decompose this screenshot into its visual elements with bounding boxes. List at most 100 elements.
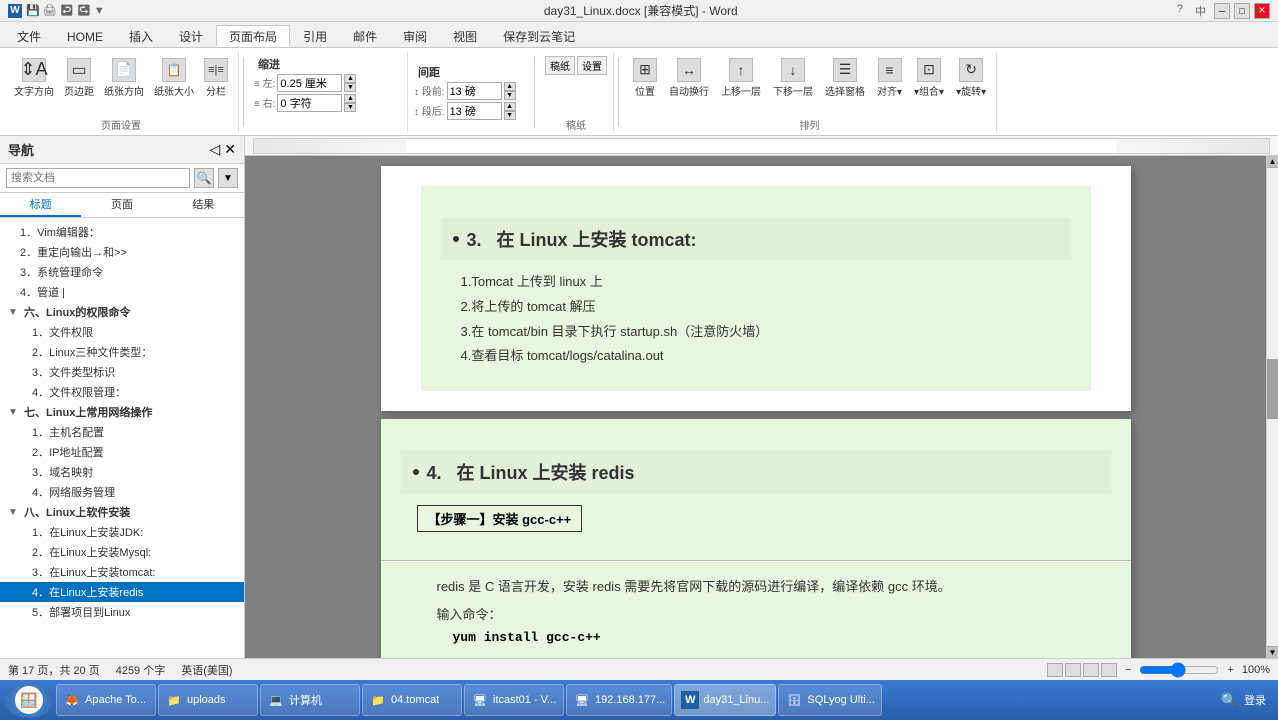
indent-left-down[interactable]: ▼ [344,83,356,92]
margins-btn[interactable]: ▭ 页边距 [60,56,98,100]
move-up-btn[interactable]: ↑ 上移一层 [717,56,765,100]
nav-item-8-5[interactable]: 5．部署项目到Linux [0,602,244,622]
nav-item-7-1[interactable]: 1．主机名配置 [0,422,244,442]
indent-right-up[interactable]: ▲ [344,94,356,103]
nav-item-8-1[interactable]: 1．在Linux上安装JDK: [0,522,244,542]
taskbar-item-192[interactable]: 🖥 192.168.177... [566,684,672,716]
scrollbar-thumb[interactable] [1267,359,1278,419]
view-print-btn[interactable] [1047,663,1063,677]
nav-item-6-3[interactable]: 3．文件类型标识 [0,362,244,382]
lang-btn[interactable]: 中 [1195,3,1206,19]
position-btn[interactable]: ⊞ 位置 [629,56,661,100]
indent-left-up[interactable]: ▲ [344,74,356,83]
tab-design[interactable]: 设计 [166,25,216,47]
taskbar-item-itcast[interactable]: 🖥 itcast01 - V... [464,684,564,716]
view-draft-btn[interactable] [1101,663,1117,677]
spacing-before-input[interactable] [447,82,502,100]
nav-close-icon[interactable]: ✕ [224,141,236,158]
nav-item-6-1[interactable]: 1．文件权限 [0,322,244,342]
taskbar-item-sqlyog[interactable]: 🗄 SQLyog Ulti... [778,684,881,716]
indent-right-input[interactable] [277,94,342,112]
zoom-plus[interactable]: + [1227,664,1233,676]
tab-mailings[interactable]: 邮件 [340,25,390,47]
tab-file[interactable]: 文件 [4,25,54,47]
orientation-btn[interactable]: 📄 纸张方向 [100,56,148,100]
tab-home[interactable]: HOME [54,25,116,47]
close-btn[interactable]: ✕ [1254,3,1270,19]
indent-right-down[interactable]: ▼ [344,103,356,112]
zoom-slider[interactable] [1139,664,1219,676]
columns-btn[interactable]: ≡|≡ 分栏 [200,56,232,100]
start-button[interactable]: 🪟 [4,682,54,718]
rotate-btn[interactable]: ↻ ▾旋转▾ [952,56,990,100]
tab-review[interactable]: 审阅 [390,25,440,47]
scrollbar-down-btn[interactable]: ▼ [1267,646,1278,658]
spacing-before-down[interactable]: ▼ [504,91,516,100]
nav-item-8-3[interactable]: 3．在Linux上安装tomcat: [0,562,244,582]
zoom-minus[interactable]: − [1125,664,1131,676]
move-down-btn[interactable]: ↓ 下移一层 [769,56,817,100]
taskbar-item-uploads[interactable]: 📁 uploads [158,684,258,716]
nav-item-section8[interactable]: ▼ 八、Linux上软件安装 [0,502,244,522]
nav-item-3[interactable]: 4．管道 | [0,282,244,302]
nav-toggle-7[interactable]: ▼ [8,407,20,418]
minimize-btn[interactable]: ─ [1214,3,1230,19]
scrollbar-track[interactable] [1267,168,1278,646]
group-btn[interactable]: ⊡ ▾组合▾ [910,56,948,100]
nav-tab-results[interactable]: 结果 [163,193,244,217]
nav-item-1[interactable]: 2．重定向输出→和>> [0,242,244,262]
nav-collapse-icon[interactable]: ◁ [209,141,220,158]
nav-item-section6[interactable]: ▼ 六、Linux的权限命令 [0,302,244,322]
indent-left-input[interactable] [277,74,342,92]
nav-item-6-4[interactable]: 4．文件权限管理： [0,382,244,402]
nav-controls[interactable]: ◁ ✕ [209,141,236,158]
nav-item-2[interactable]: 3．系统管理命令 [0,262,244,282]
nav-toggle-8[interactable]: ▼ [8,507,20,518]
nav-item-7-2[interactable]: 2．IP地址配置 [0,442,244,462]
maximize-btn[interactable]: □ [1234,3,1250,19]
nav-item-0[interactable]: 1．Vim编辑器： [0,222,244,242]
taskbar-item-computer[interactable]: 💻 计算机 [260,684,360,716]
watermark-btn[interactable]: 稿纸 [545,56,575,75]
taskbar-item-apache[interactable]: 🦊 Apache To... [56,684,156,716]
tab-insert[interactable]: 插入 [116,25,166,47]
nav-item-8-4[interactable]: 4．在Linux上安装redis [0,582,244,602]
window-controls[interactable]: ? 中 ─ □ ✕ [1177,3,1270,19]
nav-search-options-btn[interactable]: ▼ [218,168,238,188]
spacing-after-down[interactable]: ▼ [504,111,516,120]
taskbar-label-tomcat: 04.tomcat [391,694,439,706]
spacing-before-up[interactable]: ▲ [504,82,516,91]
nav-item-6-2[interactable]: 2．Linux三种文件类型： [0,342,244,362]
nav-tab-headings[interactable]: 标题 [0,193,81,217]
search-taskbar-icon[interactable]: 🔍 [1221,692,1238,709]
taskbar-item-word[interactable]: W day31_Linu... [674,684,776,716]
tab-save-cloud[interactable]: 保存到云笔记 [490,25,588,47]
select-pane-btn[interactable]: ☰ 选择窗格 [821,56,869,100]
nav-item-7-4[interactable]: 4．网络服务管理 [0,482,244,502]
scrollbar-up-btn[interactable]: ▲ [1267,156,1278,168]
spacing-after-up[interactable]: ▲ [504,102,516,111]
tab-references[interactable]: 引用 [290,25,340,47]
nav-toggle-6[interactable]: ▼ [8,307,20,318]
tab-view[interactable]: 视图 [440,25,490,47]
nav-item-8-2[interactable]: 2．在Linux上安装Mysql: [0,542,244,562]
nav-search-input[interactable] [6,168,190,188]
taskbar-item-tomcat[interactable]: 📁 04.tomcat [362,684,462,716]
nav-item-section7[interactable]: ▼ 七、Linux上常用网络操作 [0,402,244,422]
page-color-btn[interactable]: 设置 [577,56,607,75]
align-btn[interactable]: ≡ 对齐▾ [873,56,906,100]
size-btn[interactable]: 📋 纸张大小 [150,56,198,100]
spacing-after-input[interactable] [447,102,502,120]
help-btn[interactable]: ? [1177,3,1183,19]
view-web-btn[interactable] [1065,663,1081,677]
nav-search-btn[interactable]: 🔍 [194,168,214,188]
view-btns[interactable] [1047,663,1117,677]
view-outline-btn[interactable] [1083,663,1099,677]
section3-block: 3. 在 Linux 上安装 tomcat: 1.Tomcat 上传到 linu… [421,186,1091,391]
auto-wrap-btn[interactable]: ↔ 自动换行 [665,56,713,100]
text-direction-btn[interactable]: ⇕A 文字方向 [10,56,58,100]
nav-item-7-3[interactable]: 3．域名映射 [0,462,244,482]
scrollbar-vertical[interactable]: ▲ ▼ [1266,156,1278,658]
nav-tab-pages[interactable]: 页面 [81,193,162,217]
tab-pagelayout[interactable]: 页面布局 [216,25,290,47]
